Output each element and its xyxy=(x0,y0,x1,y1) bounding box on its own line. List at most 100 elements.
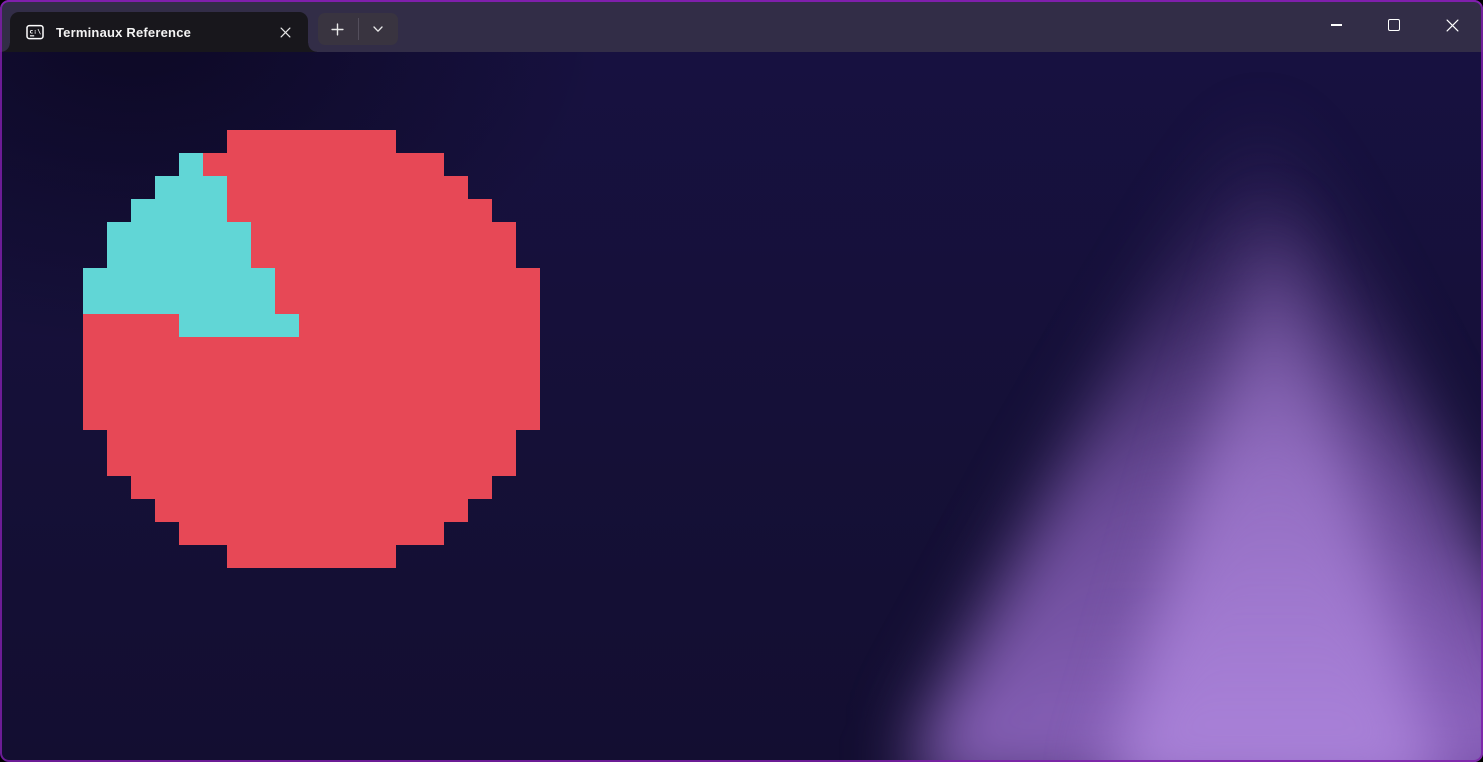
pie-cell xyxy=(443,268,468,292)
pie-cell xyxy=(275,176,300,200)
pie-cell xyxy=(155,199,180,223)
pie-cell xyxy=(347,153,372,177)
pie-cell xyxy=(227,337,252,361)
pie-cell xyxy=(347,406,372,430)
pie-cell xyxy=(275,314,300,338)
pie-cell xyxy=(275,498,300,522)
pie-cell xyxy=(395,245,420,269)
new-tab-button[interactable] xyxy=(318,13,358,45)
pie-cell xyxy=(251,429,276,453)
minimize-button[interactable] xyxy=(1307,2,1365,48)
pie-cell xyxy=(179,337,204,361)
pie-cell xyxy=(395,153,420,177)
pie-cell xyxy=(299,199,324,223)
pie-cell xyxy=(227,245,252,269)
tab-close-button[interactable] xyxy=(272,21,298,44)
pie-cell xyxy=(251,176,276,200)
pie-cell xyxy=(203,199,228,223)
pie-cell xyxy=(371,429,396,453)
pie-cell xyxy=(299,475,324,499)
pie-cell xyxy=(347,383,372,407)
pie-cell xyxy=(83,360,108,384)
pie-cell xyxy=(395,406,420,430)
close-button[interactable] xyxy=(1423,2,1481,48)
pie-cell xyxy=(299,383,324,407)
pie-cell xyxy=(443,245,468,269)
pie-cell xyxy=(395,314,420,338)
pie-cell xyxy=(131,291,156,315)
pie-cell xyxy=(371,337,396,361)
pie-cell xyxy=(155,475,180,499)
pie-cell xyxy=(443,314,468,338)
pie-cell xyxy=(179,383,204,407)
pie-cell xyxy=(203,291,228,315)
pie-cell xyxy=(419,360,444,384)
pie-cell xyxy=(299,521,324,545)
pie-cell xyxy=(467,337,492,361)
pie-cell xyxy=(131,245,156,269)
tab-terminaux-reference[interactable]: c:\ Terminaux Reference xyxy=(10,12,308,52)
pie-cell xyxy=(467,383,492,407)
pie-cell xyxy=(419,268,444,292)
pie-cell xyxy=(203,452,228,476)
pie-cell xyxy=(203,406,228,430)
pie-cell xyxy=(299,268,324,292)
window-controls xyxy=(1307,2,1481,48)
pie-cell xyxy=(347,130,372,154)
pie-cell xyxy=(227,153,252,177)
pie-cell xyxy=(371,544,396,568)
pie-cell xyxy=(395,383,420,407)
pie-cell xyxy=(131,199,156,223)
pie-cell xyxy=(83,383,108,407)
pie-cell xyxy=(443,291,468,315)
pie-cell xyxy=(347,222,372,246)
pie-cell xyxy=(395,498,420,522)
pie-cell xyxy=(227,314,252,338)
pie-cell xyxy=(323,245,348,269)
pie-cell xyxy=(203,314,228,338)
minimize-icon xyxy=(1331,24,1342,25)
pie-cell xyxy=(107,360,132,384)
pie-cell xyxy=(491,452,516,476)
pie-cell xyxy=(419,498,444,522)
pie-cell xyxy=(107,337,132,361)
pie-cell xyxy=(419,314,444,338)
pie-cell xyxy=(323,222,348,246)
pie-cell xyxy=(443,199,468,223)
pie-cell xyxy=(443,406,468,430)
pie-cell xyxy=(107,222,132,246)
pie-cell xyxy=(515,383,540,407)
pie-cell xyxy=(179,268,204,292)
pie-cell xyxy=(227,521,252,545)
pie-cell xyxy=(275,360,300,384)
pie-cell xyxy=(515,337,540,361)
pie-cell xyxy=(323,544,348,568)
terminal-content[interactable] xyxy=(0,52,1483,762)
pie-cell xyxy=(251,383,276,407)
pie-cell xyxy=(251,199,276,223)
pie-cell xyxy=(347,498,372,522)
pie-cell xyxy=(515,314,540,338)
pie-cell xyxy=(155,383,180,407)
pie-cell xyxy=(131,314,156,338)
pie-cell xyxy=(347,314,372,338)
pie-cell xyxy=(155,337,180,361)
pie-cell xyxy=(491,222,516,246)
tab-title: Terminaux Reference xyxy=(56,25,191,40)
pie-cell xyxy=(467,452,492,476)
pie-cell xyxy=(107,291,132,315)
pie-cell xyxy=(251,291,276,315)
tab-dropdown-button[interactable] xyxy=(359,13,399,45)
pie-cell xyxy=(323,452,348,476)
pie-cell xyxy=(203,383,228,407)
pie-cell xyxy=(179,498,204,522)
pie-cell xyxy=(179,199,204,223)
pie-cell xyxy=(371,521,396,545)
pie-cell xyxy=(371,222,396,246)
pie-cell xyxy=(467,222,492,246)
maximize-button[interactable] xyxy=(1365,2,1423,48)
pie-cell xyxy=(371,199,396,223)
pie-cell xyxy=(131,383,156,407)
pie-cell xyxy=(419,429,444,453)
pie-cell xyxy=(299,153,324,177)
